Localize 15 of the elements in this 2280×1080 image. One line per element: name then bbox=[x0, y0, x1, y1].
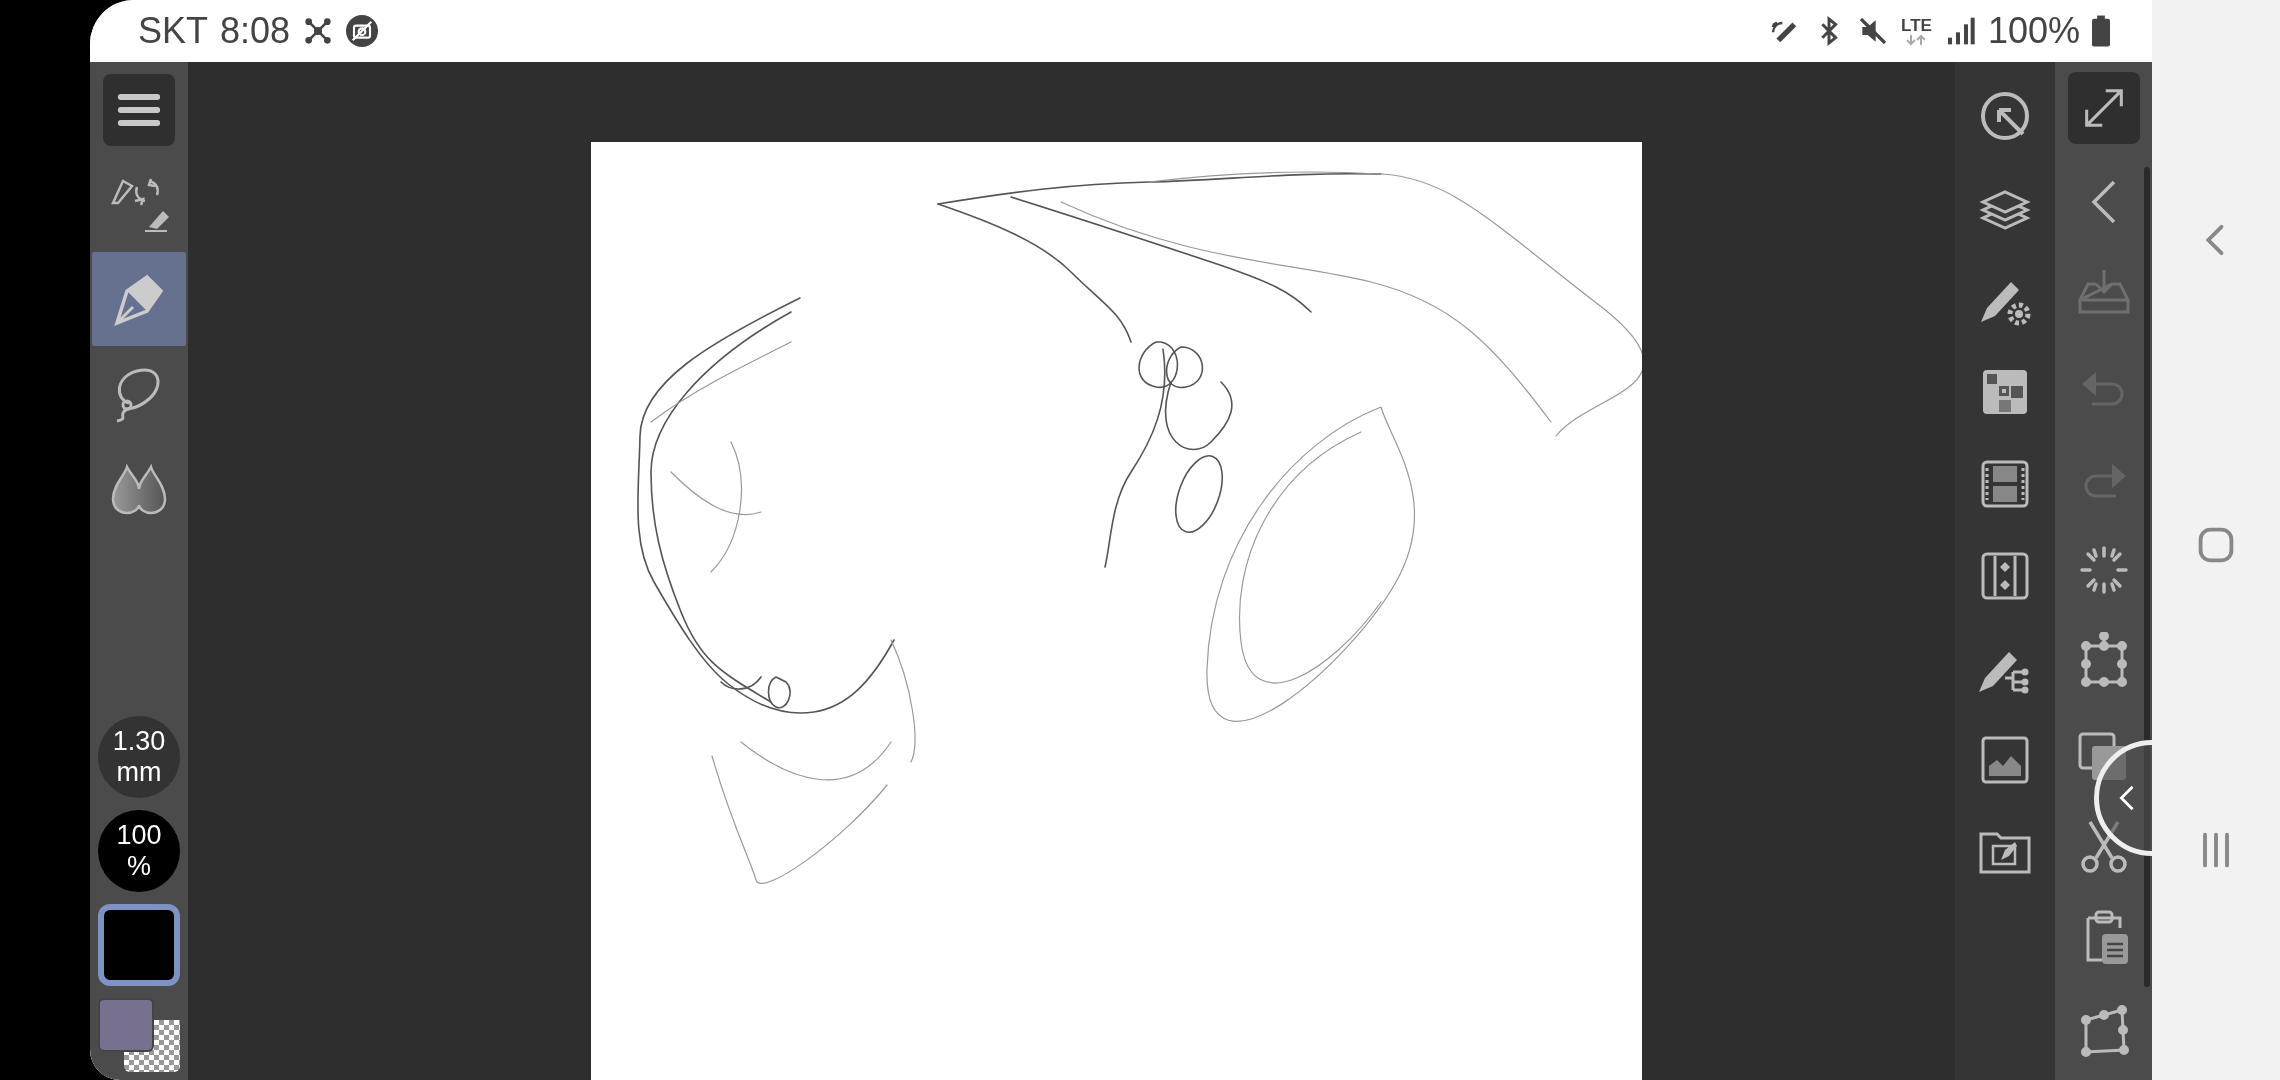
battery-icon bbox=[2092, 15, 2110, 47]
pen-tool-button[interactable] bbox=[92, 252, 186, 346]
brush-size-button[interactable]: 1.30 mm bbox=[98, 716, 180, 798]
scroll-bar[interactable] bbox=[2144, 167, 2150, 987]
menu-button[interactable] bbox=[103, 74, 175, 146]
sub-color-button[interactable] bbox=[98, 998, 180, 1072]
sub-color-swatch[interactable] bbox=[98, 998, 154, 1052]
clock-time: 8:08 bbox=[220, 10, 291, 52]
opacity-button[interactable]: 100 % bbox=[98, 810, 180, 892]
fullscreen-button[interactable] bbox=[2067, 72, 2140, 144]
network-type-label: LTE bbox=[1901, 16, 1932, 34]
carrier-label: SKT bbox=[138, 10, 208, 52]
camera-off-icon bbox=[346, 15, 379, 47]
battery-percent: 100% bbox=[1987, 10, 2080, 52]
main-color-swatch[interactable] bbox=[98, 904, 180, 986]
